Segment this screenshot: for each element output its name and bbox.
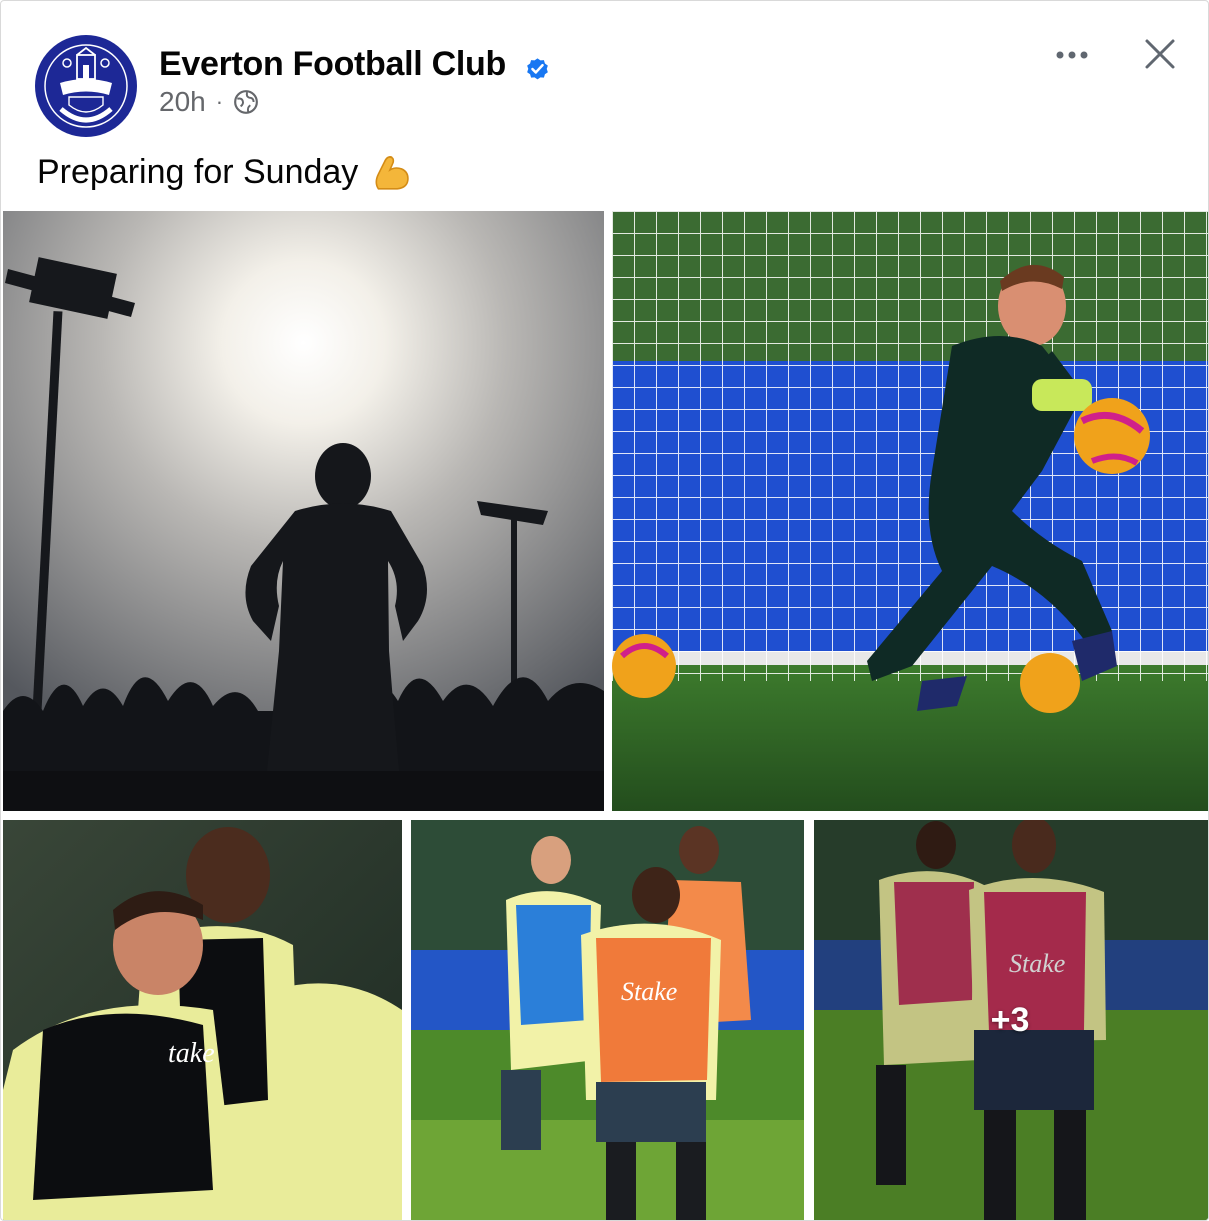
- verified-badge-icon: [527, 58, 548, 80]
- post-meta: 20h ·: [159, 86, 259, 118]
- page-name-link[interactable]: Everton Football Club: [159, 45, 506, 84]
- post-photo-4[interactable]: Stake: [411, 820, 804, 1220]
- sponsor-logo-text: Stake: [621, 977, 677, 1006]
- page-avatar[interactable]: [35, 35, 137, 137]
- more-horizontal-icon: [1056, 51, 1088, 59]
- post-caption: Preparing for Sunday: [37, 151, 412, 193]
- goalkeeper-save-image: [612, 211, 1208, 811]
- post-photo-3[interactable]: take: [3, 820, 402, 1220]
- close-icon: [1145, 39, 1175, 69]
- more-options-button[interactable]: [1049, 35, 1095, 75]
- caption-text: Preparing for Sunday: [37, 152, 359, 191]
- group-training-image: Stake: [411, 820, 804, 1220]
- globe-icon: [234, 90, 258, 114]
- everton-crest-icon: [37, 37, 135, 135]
- post-photo-2[interactable]: [612, 211, 1208, 811]
- sponsor-logo-text: take: [168, 1038, 215, 1069]
- more-photos-count: +3: [990, 1000, 1030, 1039]
- post-card: Everton Football Club 20h · Preparing fo…: [0, 0, 1209, 1221]
- meta-separator: ·: [215, 89, 224, 114]
- post-timestamp[interactable]: 20h: [159, 86, 206, 118]
- players-closeup-image: take: [3, 820, 402, 1220]
- silhouette-training-image: [3, 211, 604, 811]
- close-post-button[interactable]: [1137, 31, 1183, 77]
- flexed-biceps-icon: [375, 155, 410, 190]
- post-photo-5-more[interactable]: Stake +3: [814, 820, 1208, 1220]
- post-photo-1[interactable]: [3, 211, 604, 811]
- more-photos-overlay[interactable]: +3: [814, 820, 1208, 1220]
